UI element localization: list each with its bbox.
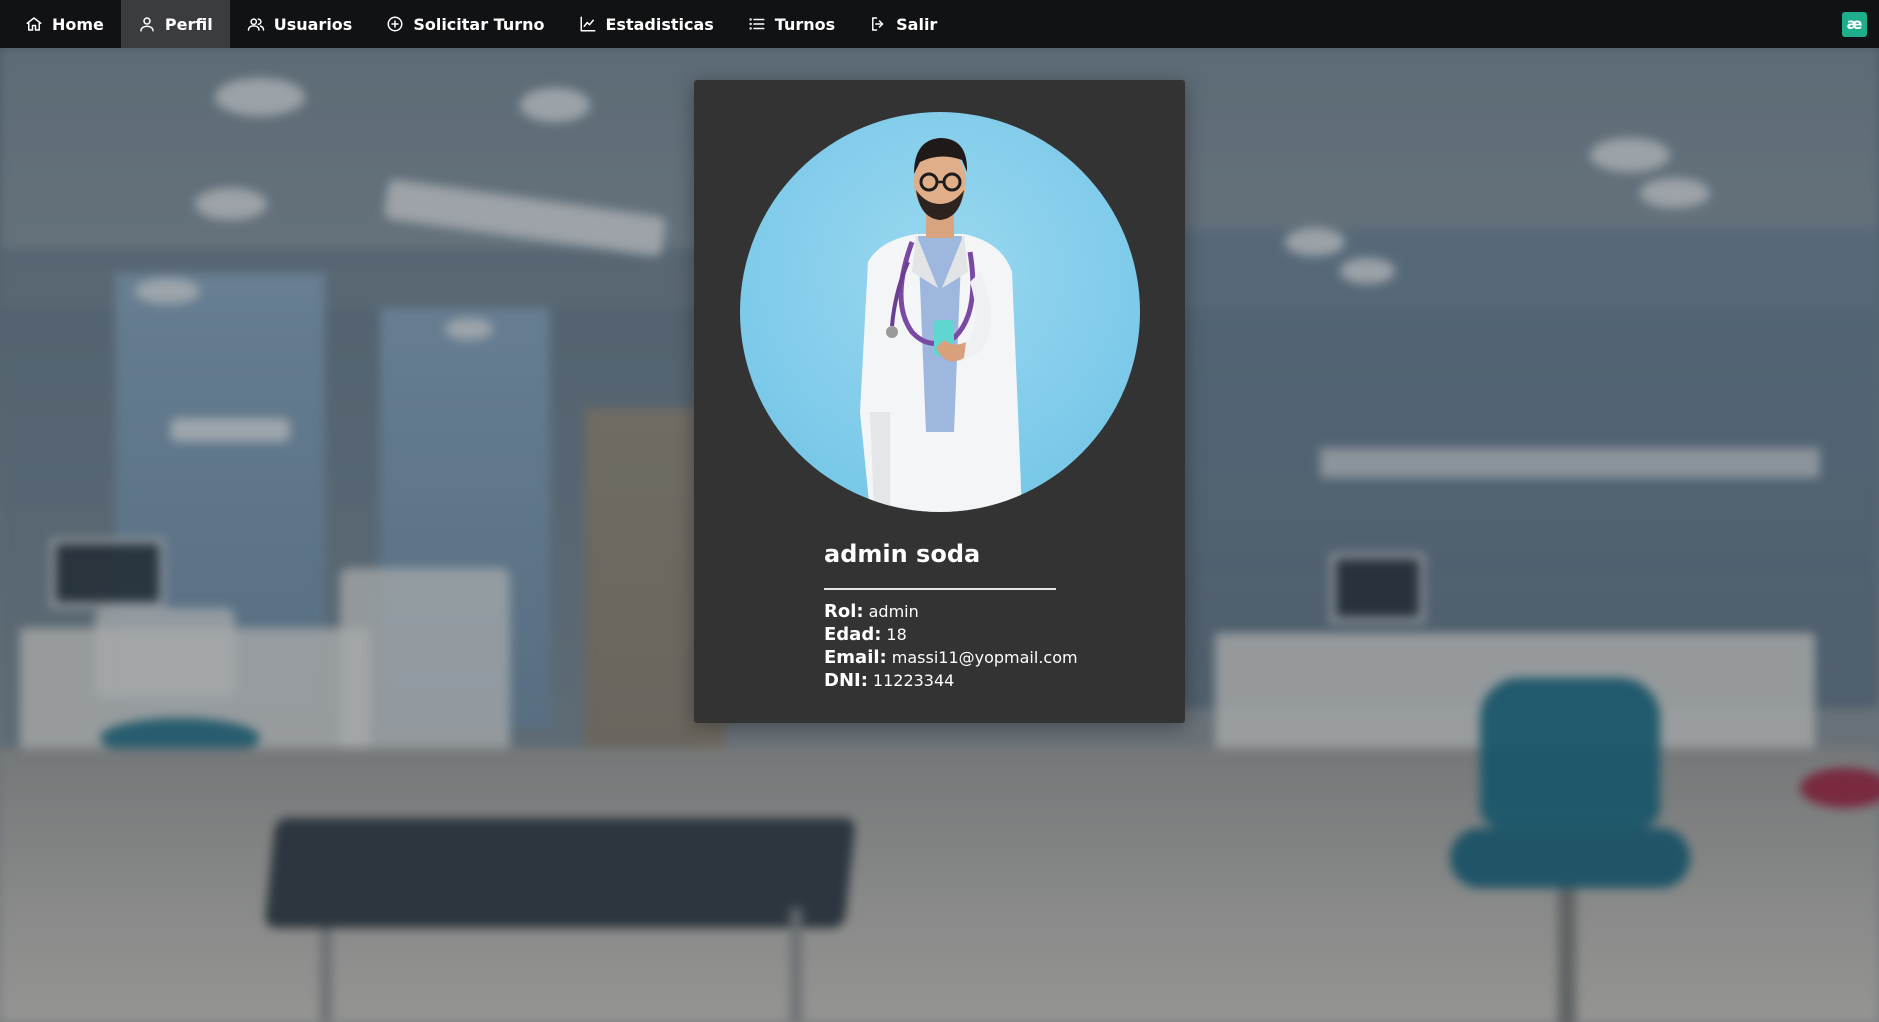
nav-item-label: Estadisticas bbox=[605, 14, 714, 34]
nav-item-label: Home bbox=[52, 14, 104, 34]
profile-divider bbox=[824, 588, 1056, 590]
profile-field-rol: Rol: admin bbox=[824, 600, 1078, 623]
nav-item-solicitar-turno[interactable]: Solicitar Turno bbox=[369, 0, 561, 48]
nav-item-label: Salir bbox=[896, 14, 938, 34]
field-value: 11223344 bbox=[872, 671, 955, 690]
home-icon bbox=[26, 17, 42, 31]
profile-field-dni: DNI: 11223344 bbox=[824, 669, 1078, 692]
nav-item-label: Turnos bbox=[774, 14, 836, 34]
profile-name: admin soda bbox=[824, 540, 981, 568]
nav-item-usuarios[interactable]: Usuarios bbox=[230, 0, 370, 48]
field-label: Edad: bbox=[824, 624, 882, 645]
field-value: massi11@yopmail.com bbox=[891, 648, 1078, 667]
nav-item-label: Perfil bbox=[164, 14, 213, 34]
profile-info: Rol: admin Edad: 18 Email: massi11@yopmail.… bbox=[824, 600, 1078, 692]
field-label: Rol: bbox=[824, 601, 864, 622]
nav-item-turnos[interactable]: Turnos bbox=[731, 0, 852, 48]
nav-item-estadisticas[interactable]: Estadisticas bbox=[562, 0, 731, 48]
nav-item-home[interactable]: Home bbox=[8, 0, 121, 48]
field-label: DNI: bbox=[824, 670, 868, 691]
logout-icon bbox=[872, 17, 884, 31]
field-value: admin bbox=[868, 602, 919, 621]
brand-badge-icon[interactable]: æ bbox=[1842, 11, 1867, 37]
plus-circle-icon bbox=[387, 16, 403, 32]
nav-item-perfil[interactable]: Perfil bbox=[120, 0, 230, 48]
doctor-avatar-icon bbox=[860, 138, 1022, 512]
chart-line-icon bbox=[580, 16, 595, 32]
users-icon bbox=[247, 18, 264, 31]
profile-field-edad: Edad: 18 bbox=[824, 623, 1078, 646]
top-navbar: Home Perfil Usuarios Solicitar Turno Est… bbox=[0, 0, 1879, 48]
field-label: Email: bbox=[824, 647, 887, 668]
user-icon bbox=[140, 17, 154, 32]
profile-card: admin soda Rol: admin Edad: 18 Email: massi… bbox=[694, 80, 1185, 723]
nav-item-label: Usuarios bbox=[273, 14, 353, 34]
list-icon bbox=[749, 18, 765, 30]
nav-item-label: Solicitar Turno bbox=[413, 14, 545, 34]
field-value: 18 bbox=[886, 625, 907, 644]
nav-item-salir[interactable]: Salir bbox=[852, 0, 954, 48]
nav-items: Home Perfil Usuarios Solicitar Turno Est… bbox=[0, 0, 954, 48]
profile-field-email: Email: massi11@yopmail.com bbox=[824, 646, 1078, 669]
profile-avatar bbox=[740, 112, 1140, 512]
